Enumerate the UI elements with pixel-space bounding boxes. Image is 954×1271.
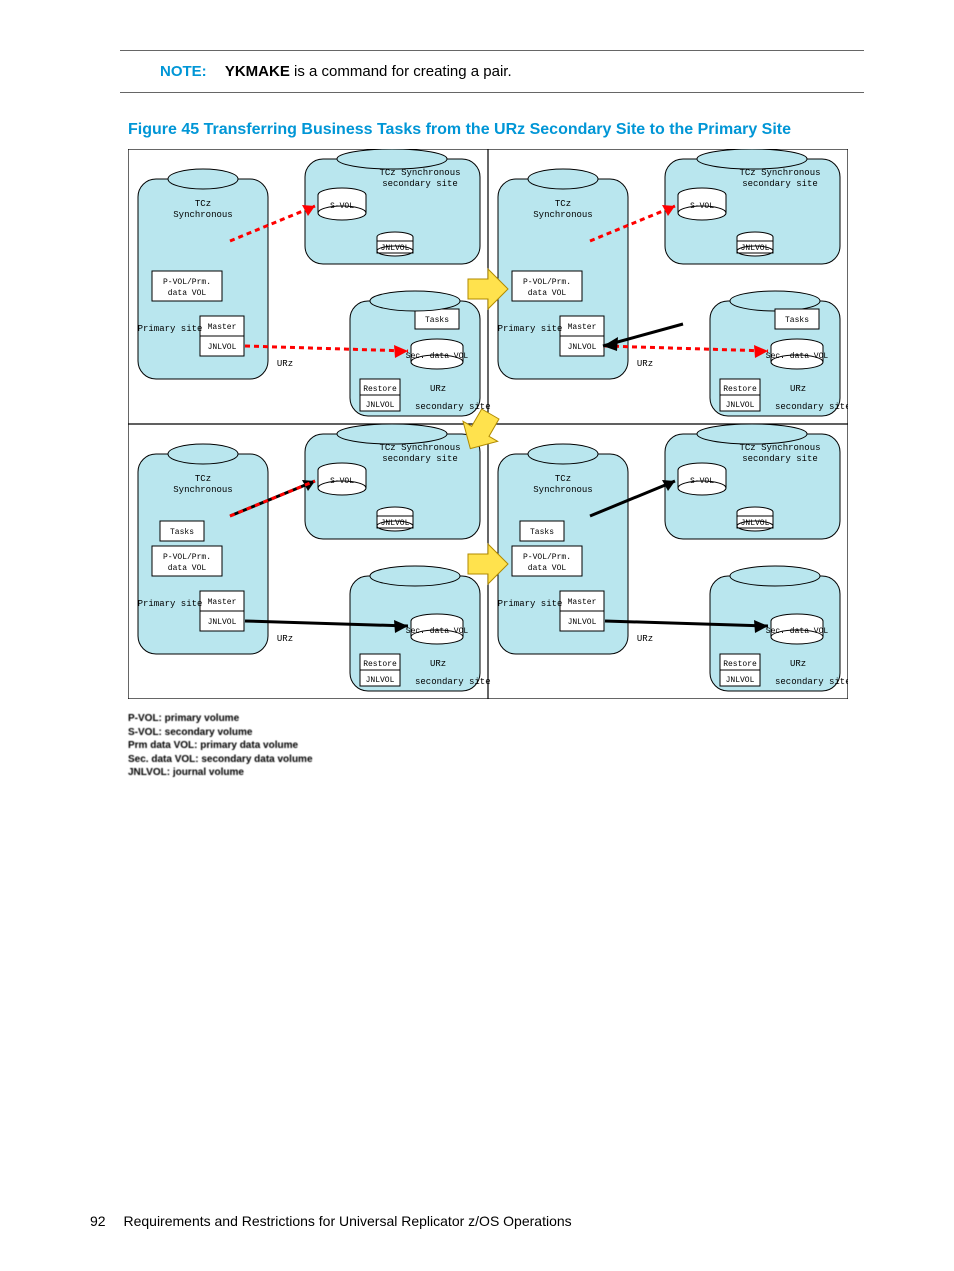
figure-legend: P-VOL: primary volume S-VOL: secondary v… [128, 712, 864, 780]
legend-line: JNLVOL: journal volume [128, 766, 864, 780]
figure-caption: Figure 45 Transferring Business Tasks fr… [128, 121, 864, 139]
page-footer: 92 Requirements and Restrictions for Uni… [90, 1213, 572, 1229]
legend-line: Sec. data VOL: secondary data volume [128, 753, 864, 767]
quadrant-top-right: Tasks [498, 149, 848, 416]
note-box: NOTE: YKMAKE is a command for creating a… [120, 50, 864, 93]
legend-line: S-VOL: secondary volume [128, 726, 864, 740]
quadrant-top-left [138, 149, 491, 416]
footer-title: Requirements and Restrictions for Univer… [123, 1213, 571, 1229]
svg-text:Tasks: Tasks [785, 316, 809, 325]
quadrant-bottom-right [498, 424, 848, 691]
note-text: is a command for creating a pair. [290, 63, 512, 80]
legend-line: Prm data VOL: primary data volume [128, 739, 864, 753]
figure-diagram: TCz Synchronous TCz Synchronous secondar… [128, 149, 864, 704]
quadrant-bottom-left [138, 424, 491, 691]
note-bold-term: YKMAKE [225, 63, 290, 80]
page-number: 92 [90, 1213, 106, 1229]
note-label: NOTE: [160, 63, 207, 80]
legend-line: P-VOL: primary volume [128, 712, 864, 726]
